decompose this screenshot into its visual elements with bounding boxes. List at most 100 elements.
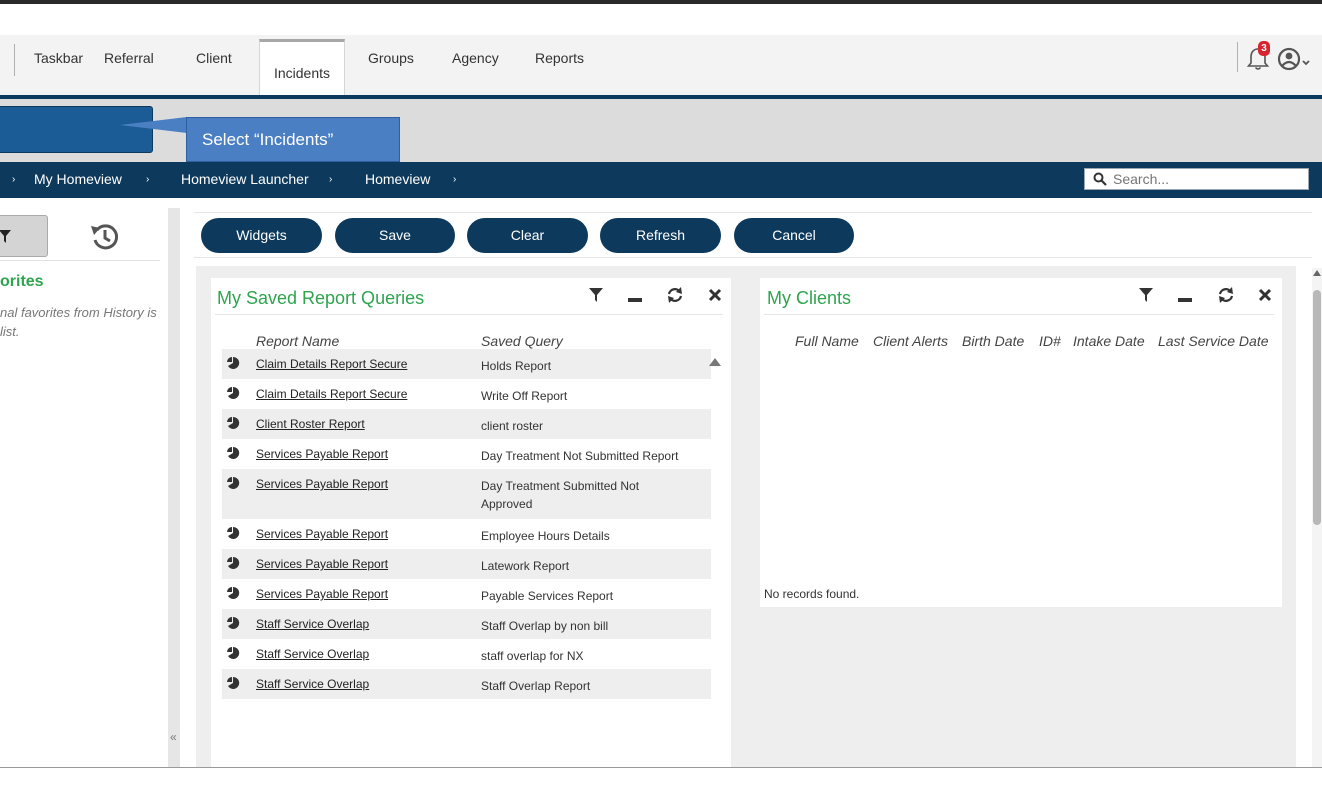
report-name-link[interactable]: Services Payable Report	[256, 587, 388, 601]
report-name-link[interactable]: Staff Service Overlap	[256, 617, 369, 631]
tab-incidents[interactable]: Incidents	[259, 39, 345, 99]
widget-title: My Clients	[767, 288, 852, 308]
pie-chart-icon	[227, 356, 240, 369]
report-name-link[interactable]: Claim Details Report Secure	[256, 387, 407, 401]
report-name-link[interactable]: Services Payable Report	[256, 557, 388, 571]
table-row: Services Payable Report Payable Services…	[222, 579, 711, 609]
tab-agency[interactable]: Agency	[452, 50, 499, 66]
table-row: Services Payable Report Day Treatment Su…	[222, 469, 711, 519]
column-header-saved-query[interactable]: Saved Query	[481, 333, 563, 349]
toolbar-bottom-rule	[194, 257, 1312, 258]
table-row: Services Payable Report Employee Hours D…	[222, 519, 711, 549]
close-icon[interactable]	[1256, 286, 1274, 304]
notification-count-badge: 3	[1258, 41, 1270, 56]
table-row: Claim Details Report Secure Holds Report	[222, 349, 711, 379]
report-name-link[interactable]: Client Roster Report	[256, 417, 365, 431]
breadcrumb-separator: ›	[453, 174, 457, 185]
column-header-last-service-date[interactable]: Last Service Date	[1158, 333, 1269, 349]
widget-title: My Saved Report Queries	[217, 288, 425, 308]
user-account-icon[interactable]	[1276, 46, 1312, 72]
refresh-icon[interactable]	[1217, 286, 1235, 304]
pie-chart-icon	[227, 526, 240, 539]
pie-chart-icon	[227, 586, 240, 599]
favorites-filter-tab[interactable]	[0, 215, 48, 257]
breadcrumb-separator: ›	[329, 174, 333, 185]
save-button[interactable]: Save	[335, 218, 455, 253]
saved-query-text: Holds Report	[481, 359, 552, 373]
breadcrumb-separator: ›	[12, 174, 16, 185]
refresh-icon[interactable]	[666, 286, 684, 304]
table-row: Staff Service Overlap staff overlap for …	[222, 639, 711, 669]
table-row: Staff Service Overlap Staff Overlap by n…	[222, 609, 711, 639]
widget-header-rule	[215, 314, 723, 315]
saved-query-text: Write Off Report	[481, 389, 568, 403]
pie-chart-icon	[227, 476, 240, 489]
breadcrumb-homeview-launcher[interactable]: Homeview Launcher	[181, 171, 309, 187]
search-input[interactable]	[1113, 170, 1303, 188]
table-row: Staff Service Overlap Staff Overlap Repo…	[222, 669, 711, 699]
saved-query-text: Day Treatment Submitted Not Approved	[481, 479, 640, 511]
saved-query-text: Employee Hours Details	[481, 529, 610, 543]
report-name-link[interactable]: Services Payable Report	[256, 447, 388, 461]
tab-taskbar[interactable]: Taskbar	[34, 50, 83, 66]
column-header-intake-date[interactable]: Intake Date	[1073, 333, 1145, 349]
breadcrumb-my-homeview[interactable]: My Homeview	[34, 171, 122, 187]
report-name-link[interactable]: Services Payable Report	[256, 477, 388, 491]
table-row: Claim Details Report Secure Write Off Re…	[222, 379, 711, 409]
report-name-link[interactable]: Staff Service Overlap	[256, 677, 369, 691]
tab-referral[interactable]: Referral	[104, 50, 154, 66]
left-sidebar	[0, 208, 168, 768]
scroll-up-arrow-icon[interactable]	[1313, 269, 1321, 277]
empty-state-text: No records found.	[764, 587, 860, 601]
report-name-link[interactable]: Services Payable Report	[256, 527, 388, 541]
page-scrollbar-thumb[interactable]	[1313, 290, 1321, 525]
header-icons-divider	[1237, 42, 1238, 72]
window-bottom-margin	[0, 768, 1322, 791]
search-field[interactable]	[1084, 168, 1309, 190]
close-icon[interactable]	[706, 286, 724, 304]
filter-icon[interactable]	[587, 286, 605, 304]
report-name-link[interactable]: Claim Details Report Secure	[256, 357, 407, 371]
breadcrumb-separator: ›	[146, 174, 150, 185]
report-name-link[interactable]: Staff Service Overlap	[256, 647, 369, 661]
column-header-report-name[interactable]: Report Name	[256, 333, 339, 349]
column-header-id[interactable]: ID#	[1039, 333, 1061, 349]
scroll-up-arrow-icon[interactable]	[708, 356, 722, 368]
clear-button[interactable]: Clear	[467, 218, 588, 253]
widget-header-rule	[764, 314, 1274, 315]
table-row: Client Roster Report client roster	[222, 409, 711, 439]
column-header-full-name[interactable]: Full Name	[795, 333, 859, 349]
column-header-client-alerts[interactable]: Client Alerts	[873, 333, 948, 349]
tab-client[interactable]: Client	[196, 50, 232, 66]
favorites-heading: orites	[0, 273, 44, 290]
saved-query-text: client roster	[481, 419, 544, 433]
column-header-birth-date[interactable]: Birth Date	[962, 333, 1024, 349]
nav-left-divider	[14, 44, 15, 76]
minimize-icon[interactable]	[626, 286, 644, 304]
saved-query-text: Day Treatment Not Submitted Report	[481, 449, 679, 463]
tab-reports[interactable]: Reports	[535, 50, 584, 66]
sidebar-divider	[0, 260, 160, 261]
cancel-button[interactable]: Cancel	[734, 218, 854, 253]
callout-label: Select “Incidents”	[186, 117, 400, 162]
pie-chart-icon	[227, 646, 240, 659]
tab-groups[interactable]: Groups	[368, 50, 414, 66]
window-top-border	[0, 0, 1322, 4]
pie-chart-icon	[227, 556, 240, 569]
history-icon[interactable]	[88, 220, 122, 254]
saved-query-text: Staff Overlap by non bill	[481, 619, 609, 633]
breadcrumb-homeview[interactable]: Homeview	[365, 171, 430, 187]
filter-icon[interactable]	[1137, 286, 1155, 304]
collapse-sidebar-icon[interactable]: «	[170, 730, 177, 744]
saved-query-text: staff overlap for NX	[481, 649, 584, 663]
pie-chart-icon	[227, 446, 240, 459]
app-root: Taskbar Referral Client Incidents Groups…	[0, 0, 1322, 791]
favorites-help-text: nal favorites from History is list.	[0, 305, 157, 339]
my-clients-widget: My Clients Full Name Client Alerts Birth…	[760, 278, 1282, 607]
sidebar-splitter[interactable]: «	[168, 208, 180, 768]
widgets-button[interactable]: Widgets	[201, 218, 322, 253]
refresh-button[interactable]: Refresh	[600, 218, 721, 253]
minimize-icon[interactable]	[1176, 286, 1194, 304]
saved-query-text: Latework Report	[481, 559, 570, 573]
pie-chart-icon	[227, 676, 240, 689]
